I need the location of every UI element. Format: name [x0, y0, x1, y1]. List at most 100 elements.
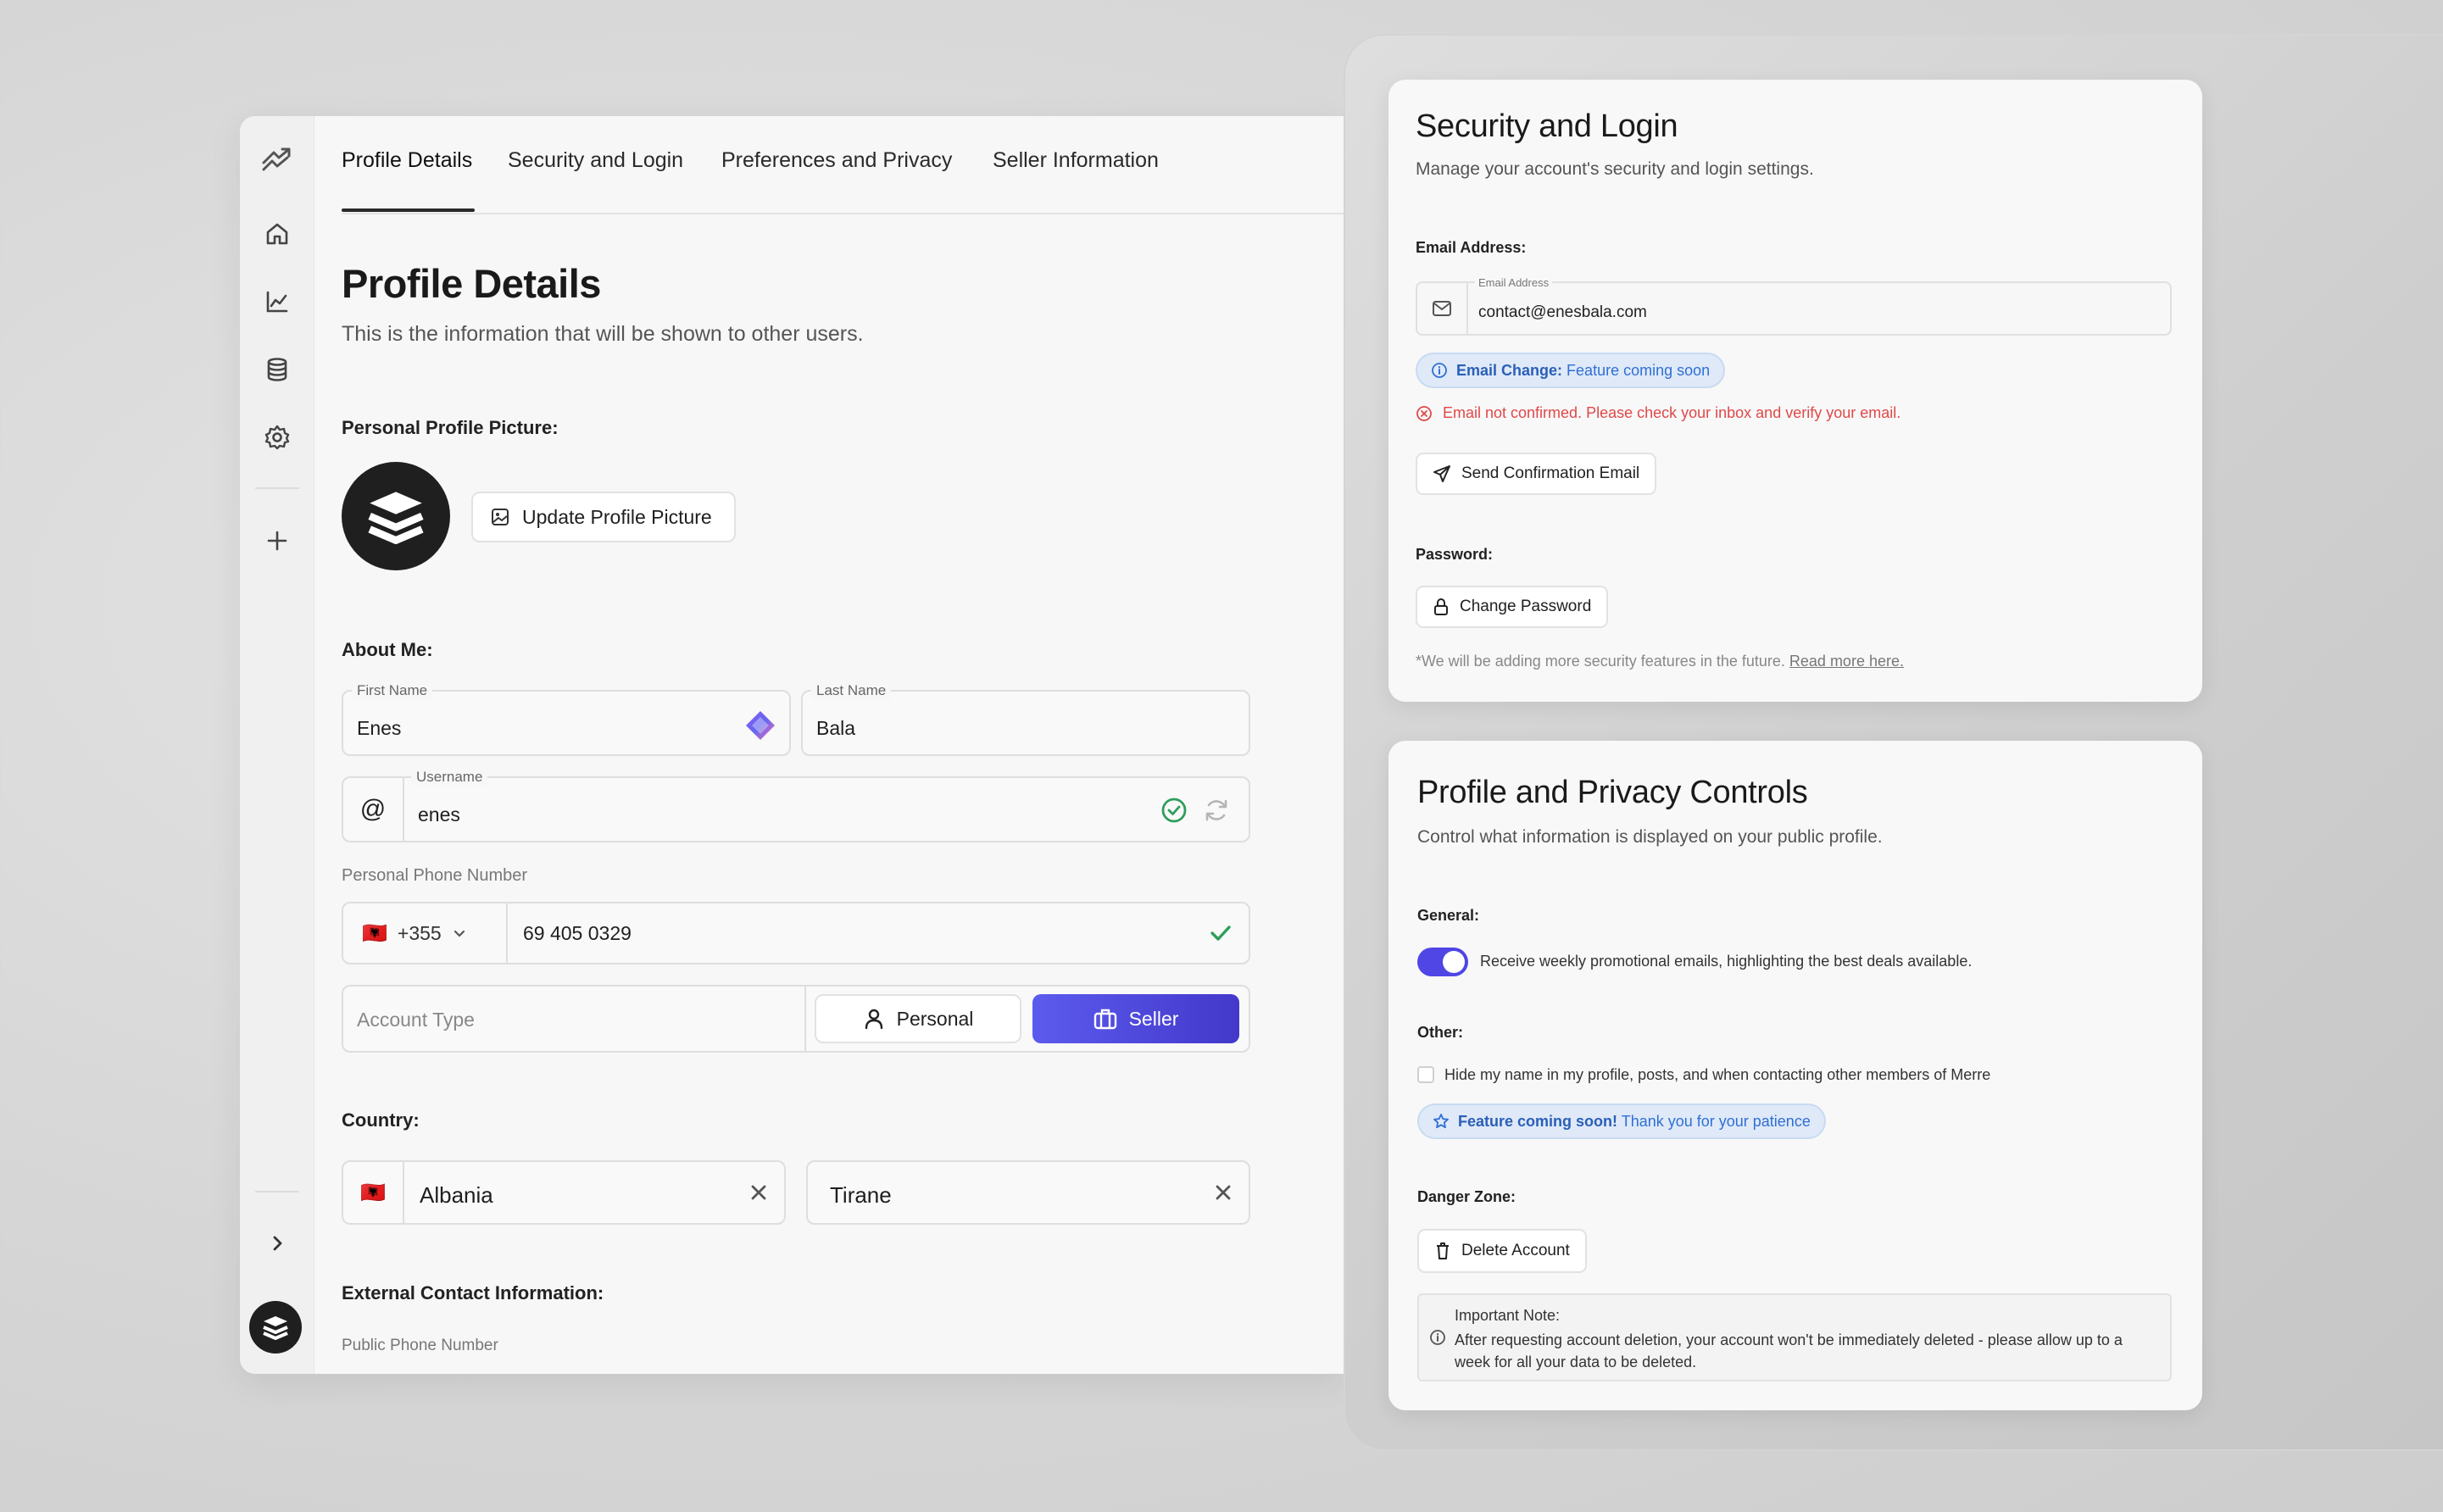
hide-name-text: Hide my name in my profile, posts, and w… — [1444, 1066, 1991, 1083]
tab-bar: Profile Details Security and Login Prefe… — [342, 116, 1344, 214]
danger-zone-label: Danger Zone: — [1417, 1188, 1516, 1205]
user-icon — [865, 1009, 882, 1030]
check-circle-icon — [1160, 797, 1188, 824]
username-value: enes — [418, 803, 460, 825]
clear-country-icon[interactable] — [748, 1182, 769, 1203]
personal-account-button[interactable]: Personal — [815, 994, 1021, 1043]
info-icon — [1432, 363, 1447, 378]
tab-profile-details[interactable]: Profile Details — [342, 148, 472, 173]
first-name-label: First Name — [352, 682, 433, 699]
promo-emails-toggle[interactable] — [1417, 948, 1468, 976]
personal-phone-label: Personal Phone Number — [342, 866, 528, 885]
delete-account-label: Delete Account — [1461, 1242, 1570, 1259]
first-name-field[interactable]: First Name Enes — [342, 682, 791, 756]
phone-number-value: 69 405 0329 — [523, 922, 632, 944]
security-card: Security and Login Manage your account's… — [1388, 80, 2202, 702]
account-type-placeholder: Account Type — [357, 1009, 475, 1031]
send-confirmation-email-button[interactable]: Send Confirmation Email — [1416, 453, 1657, 495]
security-subtitle: Manage your account's security and login… — [1416, 159, 1814, 179]
change-password-label: Change Password — [1460, 598, 1592, 615]
last-name-field[interactable]: Last Name Bala — [801, 682, 1250, 756]
change-password-button[interactable]: Change Password — [1416, 586, 1609, 628]
read-more-link[interactable]: Read more here. — [1789, 653, 1904, 670]
active-tab-indicator — [342, 208, 475, 212]
page-title: Profile Details — [342, 261, 601, 306]
settings-panel-window: Security and Login Manage your account's… — [1344, 34, 2443, 1451]
password-label: Password: — [1416, 546, 1494, 563]
hide-name-checkbox[interactable] — [1417, 1066, 1434, 1083]
last-name-value: Bala — [816, 717, 856, 739]
tab-preferences-and-privacy[interactable]: Preferences and Privacy — [721, 148, 952, 173]
database-icon[interactable] — [259, 351, 296, 388]
sidebar — [240, 116, 314, 1374]
email-value: contact@enesbala.com — [1478, 303, 1647, 321]
toggle-knob — [1443, 951, 1465, 973]
privacy-card: Profile and Privacy Controls Control wha… — [1388, 741, 2202, 1410]
profile-picture-label: Personal Profile Picture: — [342, 417, 559, 438]
seller-account-button[interactable]: Seller — [1032, 994, 1239, 1043]
logo-icon[interactable] — [259, 140, 296, 177]
sidebar-divider — [255, 1191, 299, 1192]
update-profile-picture-label: Update Profile Picture — [522, 505, 712, 528]
albania-flag-icon: 🇦🇱 — [343, 1162, 404, 1223]
autofill-icon[interactable] — [743, 709, 777, 742]
external-contact-label: External Contact Information: — [342, 1282, 604, 1304]
email-section-label: Email Address: — [1416, 239, 1527, 256]
personal-label: Personal — [896, 1007, 974, 1030]
clear-city-icon[interactable] — [1213, 1182, 1233, 1203]
promo-emails-text: Receive weekly promotional emails, highl… — [1480, 953, 1973, 970]
privacy-title: Profile and Privacy Controls — [1417, 775, 1808, 810]
coming-soon-bold: Feature coming soon! — [1458, 1112, 1618, 1130]
email-field[interactable]: Email Address contact@enesbala.com — [1416, 276, 2172, 336]
error-circle-icon — [1416, 405, 1432, 421]
albania-flag-icon: 🇦🇱 — [362, 921, 387, 945]
first-name-value: Enes — [357, 717, 402, 739]
trash-icon — [1437, 1242, 1449, 1259]
privacy-subtitle: Control what information is displayed on… — [1417, 827, 1883, 847]
coming-soon-text: Thank you for your patience — [1621, 1112, 1811, 1130]
other-label: Other: — [1417, 1024, 1463, 1041]
at-sign-icon: @ — [343, 778, 404, 841]
refresh-icon[interactable] — [1203, 797, 1230, 824]
about-me-label: About Me: — [342, 639, 433, 660]
important-note-box: Important Note: After requesting account… — [1417, 1293, 2172, 1381]
info-icon — [1430, 1330, 1445, 1345]
city-field[interactable]: Tirane — [806, 1160, 1250, 1225]
user-avatar[interactable] — [249, 1301, 302, 1354]
email-change-bold: Email Change: — [1456, 361, 1563, 379]
page-subtitle: This is the information that will be sho… — [342, 322, 864, 346]
analytics-icon[interactable] — [259, 283, 296, 320]
country-code-select[interactable]: 🇦🇱 +355 — [343, 903, 508, 963]
star-icon — [1433, 1114, 1449, 1129]
expand-chevron-icon[interactable] — [259, 1225, 296, 1262]
security-footnote: *We will be adding more security feature… — [1416, 653, 1904, 670]
seller-label: Seller — [1128, 1007, 1179, 1030]
delete-account-button[interactable]: Delete Account — [1417, 1229, 1587, 1273]
last-name-label: Last Name — [811, 682, 892, 699]
lock-icon — [1434, 598, 1448, 615]
profile-window: Profile Details Security and Login Prefe… — [240, 116, 1344, 1374]
settings-gear-icon[interactable] — [259, 419, 296, 456]
update-profile-picture-button[interactable]: Update Profile Picture — [471, 492, 736, 542]
check-icon — [1208, 920, 1233, 946]
send-icon — [1433, 465, 1450, 482]
username-field[interactable]: @ Username enes — [342, 769, 1250, 842]
add-icon[interactable] — [259, 522, 296, 559]
phone-field[interactable]: 🇦🇱 +355 69 405 0329 — [342, 902, 1250, 964]
country-code-value: +355 — [397, 921, 442, 944]
feature-coming-soon-badge: Feature coming soon! Thank you for your … — [1417, 1103, 1826, 1139]
tab-seller-information[interactable]: Seller Information — [993, 148, 1159, 173]
home-icon[interactable] — [259, 215, 296, 253]
chevron-down-icon — [454, 930, 465, 937]
country-label: Country: — [342, 1109, 420, 1131]
email-error-message: Email not confirmed. Please check your i… — [1416, 404, 1900, 422]
email-error-text: Email not confirmed. Please check your i… — [1443, 404, 1901, 421]
general-label: General: — [1417, 907, 1480, 924]
image-icon — [492, 509, 509, 525]
briefcase-icon — [1094, 1009, 1116, 1030]
mail-icon — [1417, 283, 1468, 334]
city-value: Tirane — [830, 1182, 892, 1208]
country-field[interactable]: 🇦🇱 Albania — [342, 1160, 786, 1225]
tab-security-and-login[interactable]: Security and Login — [508, 148, 683, 173]
security-title: Security and Login — [1416, 108, 1678, 144]
